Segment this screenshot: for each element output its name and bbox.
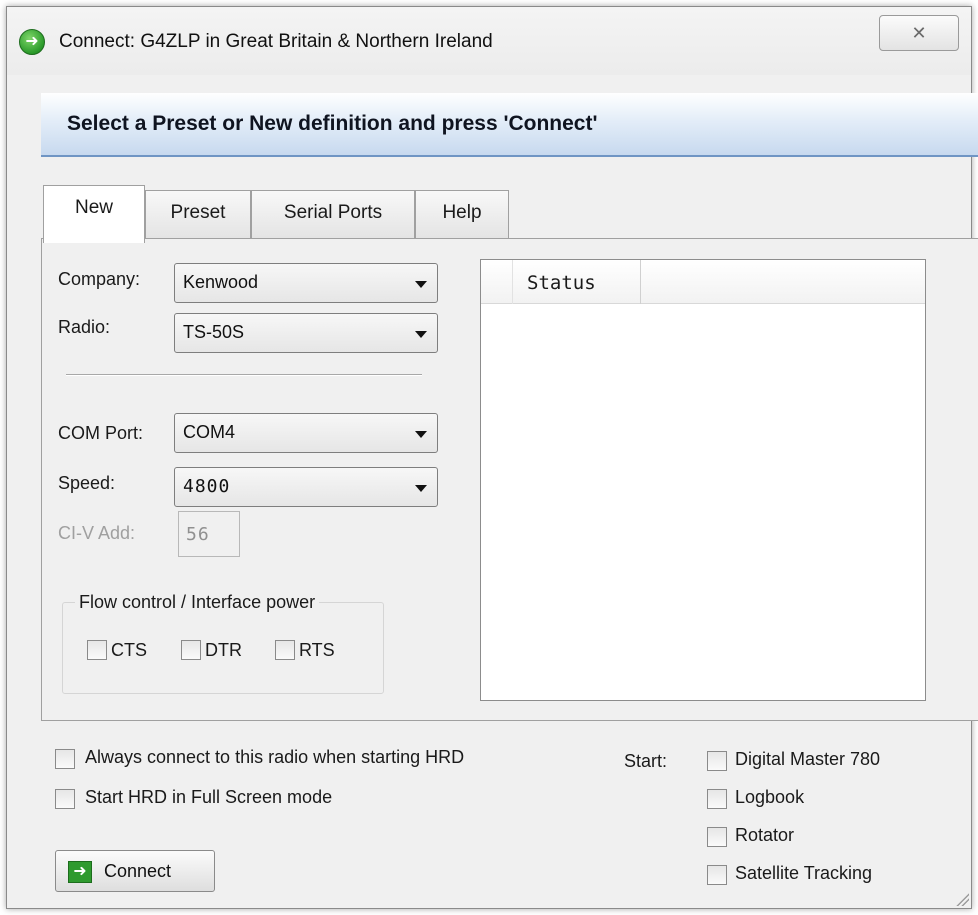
start-label: Start:	[624, 751, 668, 771]
resize-grip[interactable]	[953, 890, 969, 906]
cts-checkbox[interactable]	[87, 640, 107, 660]
radio-value: TS-50S	[183, 322, 245, 342]
connect-dialog: ➜ Connect: G4ZLP in Great Britain & Nort…	[6, 6, 978, 909]
digital-master-checkbox[interactable]	[707, 751, 727, 771]
digital-master-label: Digital Master 780	[735, 749, 881, 769]
chevron-down-icon	[415, 281, 427, 288]
rts-checkbox[interactable]	[275, 640, 295, 660]
rotator-checkbox[interactable]	[707, 827, 727, 847]
tab-panel-new: Company: Kenwood Radio: TS-50S COM Port:…	[41, 238, 978, 721]
separator	[66, 374, 422, 376]
radio-label: Radio:	[58, 317, 111, 337]
civ-address-label: CI-V Add:	[58, 523, 136, 543]
banner-text: Select a Preset or New definition and pr…	[67, 112, 598, 135]
civ-address-value: 56	[186, 524, 210, 545]
civ-address-field[interactable]: 56	[178, 511, 240, 557]
connect-arrow-icon: ➜	[19, 29, 45, 55]
status-column-header[interactable]: Status	[513, 260, 641, 304]
com-port-value: COM4	[183, 422, 236, 442]
dtr-label: DTR	[205, 640, 242, 660]
rotator-label: Rotator	[735, 825, 795, 845]
logbook-label: Logbook	[735, 787, 805, 807]
full-screen-checkbox[interactable]	[55, 789, 75, 809]
satellite-tracking-label: Satellite Tracking	[735, 863, 873, 883]
tab-serial-ports[interactable]: Serial Ports	[251, 190, 415, 238]
window-title: Connect: G4ZLP in Great Britain & Northe…	[59, 31, 493, 52]
title-bar: ➜ Connect: G4ZLP in Great Britain & Nort…	[7, 7, 971, 75]
satellite-tracking-checkbox[interactable]	[707, 865, 727, 885]
com-port-select[interactable]: COM4	[174, 413, 438, 453]
instruction-banner: Select a Preset or New definition and pr…	[41, 93, 978, 157]
status-column-label: Status	[527, 272, 596, 294]
connect-label: Connect	[104, 861, 172, 881]
status-list[interactable]: Status	[480, 259, 926, 701]
always-connect-label: Always connect to this radio when starti…	[85, 747, 465, 767]
radio-select[interactable]: TS-50S	[174, 313, 438, 353]
rts-label: RTS	[299, 640, 335, 660]
chevron-down-icon	[415, 331, 427, 338]
speed-select[interactable]: 4800	[174, 467, 438, 507]
com-port-label: COM Port:	[58, 423, 144, 443]
company-select[interactable]: Kenwood	[174, 263, 438, 303]
cts-label: CTS	[111, 640, 147, 660]
company-label: Company:	[58, 269, 141, 289]
tab-preset[interactable]: Preset	[145, 190, 251, 238]
chevron-down-icon	[415, 431, 427, 438]
connect-button[interactable]: ➜ Connect	[55, 850, 215, 892]
header-spacer	[481, 260, 513, 304]
company-value: Kenwood	[183, 272, 259, 292]
close-button[interactable]: ✕	[879, 15, 959, 51]
green-arrow-icon: ➜	[68, 861, 92, 883]
full-screen-label: Start HRD in Full Screen mode	[85, 787, 333, 807]
speed-value: 4800	[183, 476, 231, 497]
tab-new[interactable]: New	[43, 185, 145, 243]
flow-control-group: Flow control / Interface power CTS DTR R…	[62, 592, 384, 694]
speed-label: Speed:	[58, 473, 116, 493]
tab-help[interactable]: Help	[415, 190, 509, 238]
dtr-checkbox[interactable]	[181, 640, 201, 660]
flow-control-title: Flow control / Interface power	[75, 592, 320, 613]
chevron-down-icon	[415, 485, 427, 492]
status-list-header: Status	[481, 260, 925, 304]
always-connect-checkbox[interactable]	[55, 749, 75, 769]
logbook-checkbox[interactable]	[707, 789, 727, 809]
